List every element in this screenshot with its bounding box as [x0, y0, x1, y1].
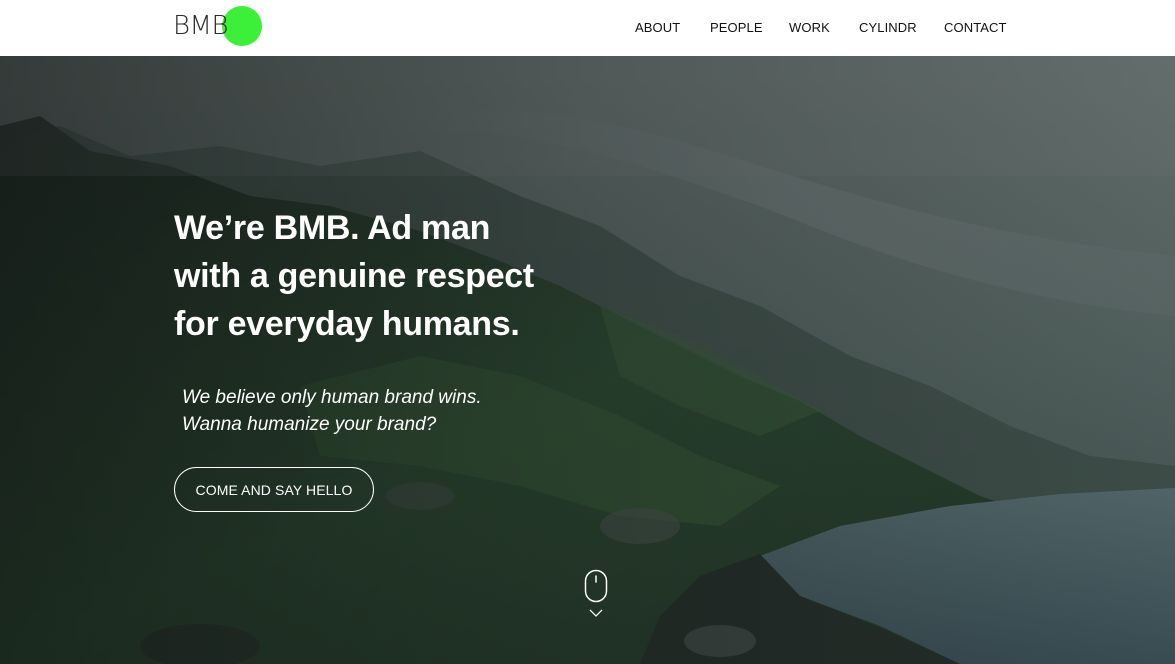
- headline-line-1: We’re BMB. Ad man: [174, 209, 491, 247]
- nav-work[interactable]: WORK: [789, 20, 830, 36]
- nav-people[interactable]: PEOPLE: [710, 20, 763, 36]
- headline-line-3: for everyday humans.: [174, 305, 520, 343]
- hero-section: We’re BMB. Ad man with a genuine respect…: [0, 56, 1175, 664]
- nav-about[interactable]: ABOUT: [635, 20, 680, 36]
- logo-text: BMB: [173, 11, 228, 41]
- hero-subtext: We believe only human brand wins. Wanna …: [182, 384, 482, 438]
- scroll-down-indicator[interactable]: [584, 569, 608, 621]
- nav-contact[interactable]: CONTACT: [944, 20, 1007, 36]
- headline-line-2: with a genuine respect: [174, 257, 534, 295]
- subtext-line-1: We believe only human brand wins.: [182, 387, 482, 408]
- nav-cylindr[interactable]: CYLINDR: [859, 20, 917, 36]
- hero-headline: We’re BMB. Ad man with a genuine respect…: [174, 204, 594, 348]
- chevron-down-icon: [589, 609, 603, 617]
- subtext-line-2: Wanna humanize your brand?: [182, 414, 437, 435]
- site-header: BMB ABOUT PEOPLE WORK CYLINDR CONTACT: [0, 0, 1175, 56]
- come-and-say-hello-button[interactable]: COME AND SAY HELLO: [174, 467, 374, 512]
